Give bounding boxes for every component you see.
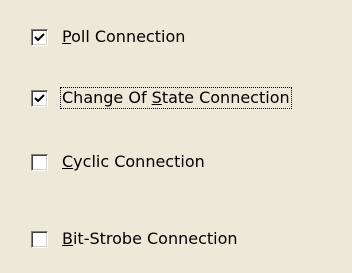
- change-of-state-connection-label[interactable]: Change Of State Connection: [60, 87, 292, 109]
- change-of-state-connection-checkbox[interactable]: [31, 89, 48, 107]
- cyclic-connection-label[interactable]: Cyclic Connection: [61, 152, 206, 172]
- poll-connection-option[interactable]: Poll Connection: [31, 26, 186, 48]
- checkmark-icon: [34, 32, 45, 41]
- cyclic-connection-checkbox[interactable]: [31, 153, 48, 171]
- bit-strobe-connection-option[interactable]: Bit-Strobe Connection: [31, 228, 239, 250]
- bit-strobe-connection-checkbox[interactable]: [31, 230, 48, 248]
- change-of-state-connection-option[interactable]: Change Of State Connection: [31, 87, 292, 109]
- poll-connection-checkbox[interactable]: [31, 28, 48, 46]
- cyclic-connection-option[interactable]: Cyclic Connection: [31, 151, 206, 173]
- poll-connection-label[interactable]: Poll Connection: [61, 27, 186, 47]
- checkmark-icon: [34, 93, 45, 102]
- bit-strobe-connection-label[interactable]: Bit-Strobe Connection: [61, 229, 239, 249]
